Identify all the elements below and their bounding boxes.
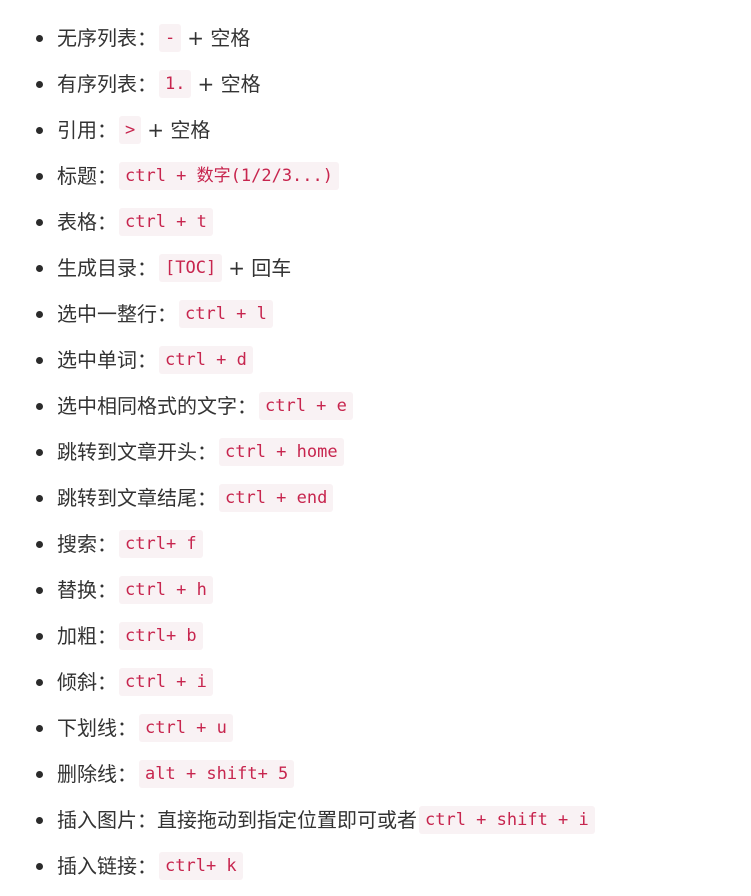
- item-label: 选中单词：: [57, 348, 157, 372]
- bullet-icon: [36, 633, 43, 640]
- list-item: 有序列表： 1. + 空格: [0, 61, 751, 107]
- list-item: 插入图片：直接拖动到指定位置即可或者 ctrl + shift + i: [0, 797, 751, 843]
- inline-code: -: [159, 24, 182, 52]
- item-suffix: + 空格: [187, 26, 251, 50]
- list-item: 替换： ctrl + h: [0, 567, 751, 613]
- item-label: 替换：: [57, 578, 117, 602]
- list-item: 下划线： ctrl + u: [0, 705, 751, 751]
- item-label: 选中一整行：: [57, 302, 177, 326]
- bullet-icon: [36, 35, 43, 42]
- item-label: 生成目录：: [57, 256, 157, 280]
- item-label: 引用：: [57, 118, 117, 142]
- list-item: 引用： > + 空格: [0, 107, 751, 153]
- list-item: 加粗： ctrl+ b: [0, 613, 751, 659]
- item-label: 有序列表：: [57, 72, 157, 96]
- inline-code: >: [119, 116, 142, 144]
- inline-code: ctrl + h: [119, 576, 213, 604]
- bullet-icon: [36, 495, 43, 502]
- list-item: 插入链接： ctrl+ k: [0, 843, 751, 889]
- inline-code: alt + shift+ 5: [139, 760, 295, 788]
- inline-code: ctrl + d: [159, 346, 253, 374]
- inline-code: ctrl + l: [179, 300, 273, 328]
- bullet-icon: [36, 403, 43, 410]
- item-label: 表格：: [57, 210, 117, 234]
- item-suffix: + 回车: [228, 256, 292, 280]
- bullet-icon: [36, 265, 43, 272]
- item-label: 无序列表：: [57, 26, 157, 50]
- list-item: 无序列表： - + 空格: [0, 15, 751, 61]
- shortcut-list: 无序列表： - + 空格 有序列表： 1. + 空格 引用： > + 空格 标题…: [0, 15, 751, 889]
- bullet-icon: [36, 449, 43, 456]
- inline-code: ctrl+ b: [119, 622, 203, 650]
- inline-code: [TOC]: [159, 254, 223, 282]
- bullet-icon: [36, 771, 43, 778]
- bullet-icon: [36, 81, 43, 88]
- item-label: 选中相同格式的文字：: [57, 394, 257, 418]
- item-label: 搜索：: [57, 532, 117, 556]
- list-item: 跳转到文章开头： ctrl + home: [0, 429, 751, 475]
- item-label: 插入链接：: [57, 854, 157, 878]
- list-item: 表格： ctrl + t: [0, 199, 751, 245]
- list-item: 生成目录： [TOC] + 回车: [0, 245, 751, 291]
- item-label: 标题：: [57, 164, 117, 188]
- bullet-icon: [36, 219, 43, 226]
- inline-code: ctrl+ f: [119, 530, 203, 558]
- bullet-icon: [36, 311, 43, 318]
- bullet-icon: [36, 357, 43, 364]
- bullet-icon: [36, 587, 43, 594]
- bullet-icon: [36, 725, 43, 732]
- inline-code: ctrl + i: [119, 668, 213, 696]
- item-label: 倾斜：: [57, 670, 117, 694]
- list-item: 跳转到文章结尾： ctrl + end: [0, 475, 751, 521]
- item-label: 跳转到文章开头：: [57, 440, 217, 464]
- list-item: 选中一整行： ctrl + l: [0, 291, 751, 337]
- item-suffix: + 空格: [147, 118, 211, 142]
- inline-code: ctrl+ k: [159, 852, 243, 880]
- item-suffix: + 空格: [197, 72, 261, 96]
- list-item: 删除线： alt + shift+ 5: [0, 751, 751, 797]
- inline-code: ctrl + shift + i: [419, 806, 595, 834]
- inline-code: ctrl + e: [259, 392, 353, 420]
- item-label: 加粗：: [57, 624, 117, 648]
- bullet-icon: [36, 541, 43, 548]
- list-item: 选中单词： ctrl + d: [0, 337, 751, 383]
- item-label: 跳转到文章结尾：: [57, 486, 217, 510]
- list-item: 标题： ctrl + 数字(1/2/3...): [0, 153, 751, 199]
- item-label: 插入图片：直接拖动到指定位置即可或者: [57, 808, 417, 832]
- inline-code: ctrl + u: [139, 714, 233, 742]
- inline-code: ctrl + end: [219, 484, 334, 512]
- inline-code: 1.: [159, 70, 192, 98]
- item-label: 下划线：: [57, 716, 137, 740]
- bullet-icon: [36, 817, 43, 824]
- inline-code: ctrl + 数字(1/2/3...): [119, 162, 339, 190]
- item-label: 删除线：: [57, 762, 137, 786]
- list-item: 倾斜： ctrl + i: [0, 659, 751, 705]
- inline-code: ctrl + t: [119, 208, 213, 236]
- inline-code: ctrl + home: [219, 438, 344, 466]
- bullet-icon: [36, 863, 43, 870]
- bullet-icon: [36, 173, 43, 180]
- list-item: 选中相同格式的文字： ctrl + e: [0, 383, 751, 429]
- list-item: 搜索： ctrl+ f: [0, 521, 751, 567]
- bullet-icon: [36, 127, 43, 134]
- bullet-icon: [36, 679, 43, 686]
